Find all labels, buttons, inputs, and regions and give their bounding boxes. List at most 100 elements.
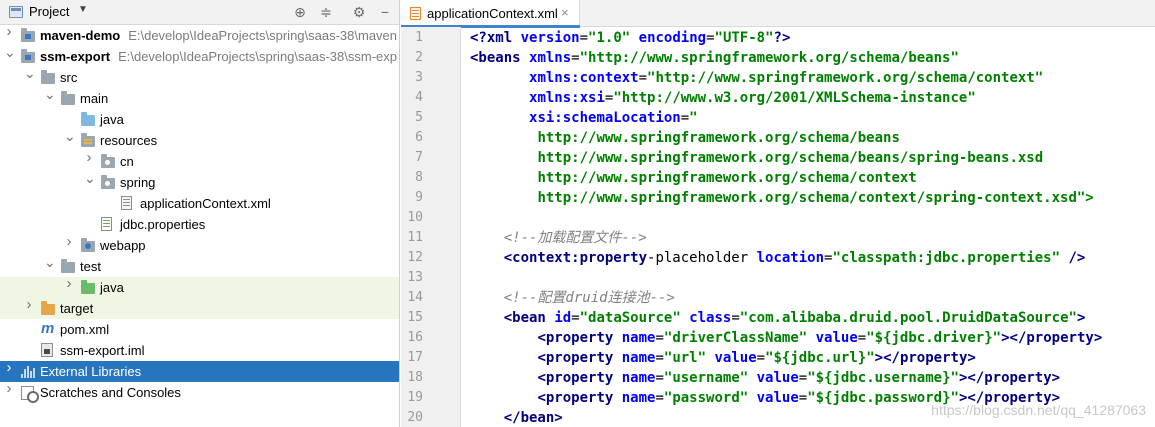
code-line[interactable]: </bean>	[470, 408, 563, 427]
line-number: 11	[407, 230, 423, 245]
module-path: E:\develop\IdeaProjects\spring\saas-38\m…	[128, 28, 398, 43]
code-line[interactable]: http://www.springframework.org/schema/co…	[470, 188, 1093, 208]
tree-item-spring[interactable]: ⌄ spring	[0, 171, 399, 193]
tree-item-target[interactable]: › target	[0, 297, 399, 319]
code-line[interactable]: <property name="username" value="${jdbc.…	[470, 368, 1060, 388]
web-folder-icon	[81, 238, 95, 252]
line-number: 17	[407, 350, 423, 365]
code-line[interactable]: <?xml version="1.0" encoding="UTF-8"?>	[470, 28, 790, 48]
source-folder-icon	[81, 112, 95, 126]
chevron-down-icon[interactable]: ⌄	[84, 171, 96, 185]
resources-folder-icon	[81, 133, 95, 147]
tree-item-external-libraries[interactable]: › External Libraries	[0, 360, 399, 382]
tree-item-java[interactable]: › java	[0, 276, 399, 298]
tree-item-label: target	[60, 301, 94, 316]
tab-label: applicationContext.xml	[427, 6, 558, 21]
tree-item-cn[interactable]: › cn	[0, 150, 399, 172]
chevron-down-icon[interactable]: ⌄	[44, 255, 56, 269]
code-line[interactable]: <context:property-placeholder location="…	[470, 248, 1086, 268]
chevron-right-icon[interactable]: ›	[64, 276, 74, 291]
tree-item-label: spring	[120, 175, 156, 190]
gear-icon[interactable]: ⚙	[350, 3, 368, 21]
tree-item-label: src	[60, 70, 78, 85]
tree-item-pom-xml[interactable]: m pom.xml	[0, 319, 399, 340]
tree-item-ssm-export-iml[interactable]: ssm-export.iml	[0, 340, 399, 361]
tree-item-label: cn	[120, 154, 134, 169]
code-line[interactable]: <property name="driverClassName" value="…	[470, 328, 1102, 348]
properties-file-icon	[101, 217, 112, 231]
chevron-down-icon[interactable]: ⌄	[44, 87, 56, 101]
chevron-right-icon[interactable]: ›	[4, 24, 14, 39]
minus-icon[interactable]: −	[376, 3, 394, 21]
code-line[interactable]: <property name="url" value="${jdbc.url}"…	[470, 348, 975, 368]
tree-item-label: maven-demo E:\develop\IdeaProjects\spring…	[40, 28, 398, 43]
chevron-down-icon[interactable]: ⌄	[64, 129, 76, 143]
maven-icon: m	[41, 320, 55, 337]
line-number: 1	[415, 30, 423, 45]
code-line[interactable]: http://www.springframework.org/schema/co…	[470, 168, 916, 188]
chevron-right-icon[interactable]: ›	[24, 297, 34, 312]
module-folder-icon	[21, 49, 35, 63]
tree-item-label: test	[80, 259, 101, 274]
tree-item-label: ssm-export.iml	[60, 343, 145, 358]
code-line[interactable]: xsi:schemaLocation="	[470, 108, 698, 128]
package-folder-icon	[101, 154, 115, 168]
tree-item-label: pom.xml	[60, 322, 110, 337]
tab-applicationcontext-xml[interactable]: applicationContext.xml ×	[401, 0, 580, 28]
chevron-right-icon[interactable]: ›	[64, 234, 74, 249]
tree-item-src[interactable]: ⌄ src	[0, 66, 399, 88]
tree-item-scratches-and-consoles[interactable]: › Scratches and Consoles	[0, 381, 399, 403]
code-line[interactable]: http://www.springframework.org/schema/be…	[470, 128, 899, 148]
folder-icon	[61, 259, 75, 273]
chevron-down-icon[interactable]: ⌄	[4, 45, 16, 59]
xml-file-icon	[121, 196, 132, 210]
tree-item-label: webapp	[100, 238, 146, 253]
line-number: 10	[407, 210, 423, 225]
tree-item-applicationcontext-xml[interactable]: applicationContext.xml	[0, 193, 399, 214]
tree-item-jdbc-properties[interactable]: jdbc.properties	[0, 214, 399, 235]
editor-tab-bar: applicationContext.xml ×	[401, 0, 1155, 28]
crosshair-icon[interactable]: ⊕	[291, 3, 309, 21]
code-line[interactable]: xmlns:xsi="http://www.w3.org/2001/XMLSch…	[470, 88, 976, 108]
line-number: 16	[407, 330, 423, 345]
tree-item-java[interactable]: java	[0, 109, 399, 130]
chevron-right-icon[interactable]: ›	[4, 381, 14, 396]
tree-item-label: java	[100, 112, 124, 127]
line-number: 3	[415, 70, 423, 85]
tree-item-label: resources	[100, 133, 158, 148]
tree-item-resources[interactable]: ⌄ resources	[0, 129, 399, 151]
chevron-right-icon[interactable]: ›	[84, 150, 94, 165]
chevron-right-icon[interactable]: ›	[4, 360, 14, 375]
tree-item-test[interactable]: ⌄ test	[0, 255, 399, 277]
folder-icon	[41, 70, 55, 84]
xml-file-icon	[410, 7, 421, 20]
tree-item-webapp[interactable]: › webapp	[0, 234, 399, 256]
test-folder-icon	[81, 280, 95, 294]
code-area[interactable]: <?xml version="1.0" encoding="UTF-8"?> <b…	[470, 27, 1155, 427]
line-number: 13	[407, 270, 423, 285]
code-line[interactable]: <!--加载配置文件-->	[470, 228, 647, 248]
project-panel: Project ▼ ⊕ ≑ ⚙ − › maven-demo E:\develop\…	[0, 0, 400, 427]
code-line[interactable]: <!--配置druid连接池-->	[470, 288, 675, 308]
code-line[interactable]: http://www.springframework.org/schema/be…	[470, 148, 1043, 168]
tree-item-ssm-export[interactable]: ⌄ ssm-export E:\develop\IdeaProjects\sprin…	[0, 45, 399, 67]
chevron-down-icon[interactable]: ⌄	[24, 66, 36, 80]
chevron-down-icon[interactable]: ▼	[78, 4, 88, 15]
tree-item-label: main	[80, 91, 109, 106]
project-tree: › maven-demo E:\develop\IdeaProjects\sprin…	[0, 24, 399, 427]
project-view-selector[interactable]: Project	[29, 4, 69, 19]
code-line[interactable]: <beans xmlns="http://www.springframework…	[470, 48, 959, 68]
line-number: 5	[415, 110, 423, 125]
line-number: 20	[407, 410, 423, 425]
line-number: 7	[415, 150, 423, 165]
tree-item-main[interactable]: ⌄ main	[0, 87, 399, 109]
line-number: 18	[407, 370, 423, 385]
tree-item-maven-demo[interactable]: › maven-demo E:\develop\IdeaProjects\sprin…	[0, 24, 399, 46]
tree-item-label: External Libraries	[40, 364, 142, 379]
close-icon[interactable]: ×	[561, 5, 569, 20]
collapse-all-icon[interactable]: ≑	[317, 3, 335, 21]
line-number: 2	[415, 50, 423, 65]
code-line[interactable]: xmlns:context="http://www.springframewor…	[470, 68, 1043, 88]
tree-item-label: jdbc.properties	[120, 217, 206, 232]
code-line[interactable]: <bean id="dataSource" class="com.alibaba…	[470, 308, 1086, 328]
